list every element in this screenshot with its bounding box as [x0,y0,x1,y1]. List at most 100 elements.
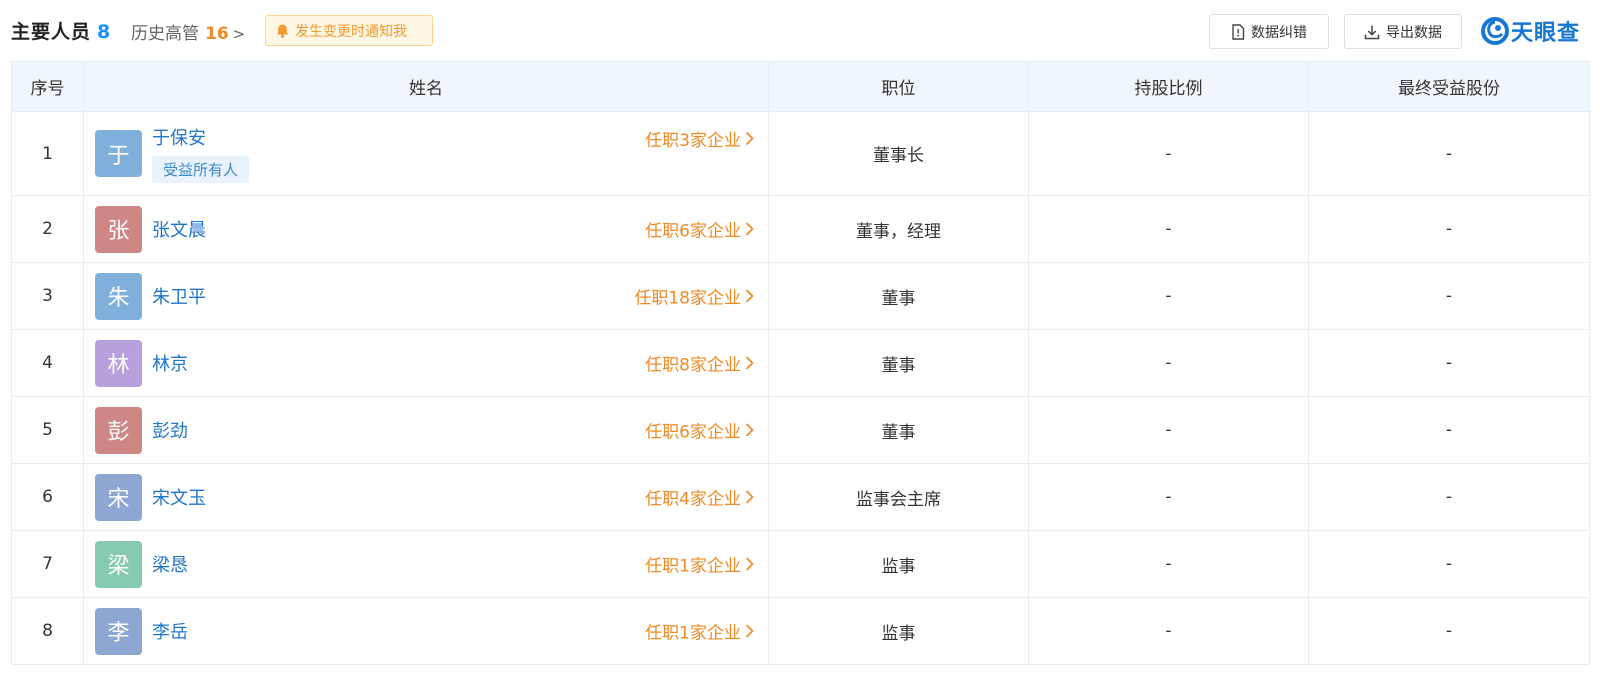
name-cell: 李李岳 任职1家企业 [83,597,769,665]
column-header-index: 序号 [11,61,84,112]
table-header-row: 序号 姓名 职位 持股比例 最终受益股份 [11,61,1590,112]
table-row: 3 朱朱卫平 任职18家企业 董事 - - [11,262,1590,330]
download-icon [1364,25,1380,39]
positions-count-label: 任职3家企业 [645,131,741,151]
positions-count-link[interactable]: 任职4家企业 [645,485,754,510]
positions-count-link[interactable]: 任职8家企业 [645,351,754,376]
person-name-link[interactable]: 林京 [152,350,188,376]
chevron-right-icon [745,624,754,638]
column-header-position: 职位 [768,61,1029,112]
person-name-link[interactable]: 于保安 [152,124,206,150]
shareholding-ratio: - [1028,262,1309,330]
avatar[interactable]: 朱 [95,272,142,320]
name-cell: 林林京 任职8家企业 [83,329,769,397]
positions-count-link[interactable]: 任职6家企业 [645,418,754,443]
person-name-link[interactable]: 彭劲 [152,417,188,443]
chevron-right-icon [745,423,754,437]
row-index: 1 [11,111,84,196]
avatar[interactable]: 于 [95,130,142,177]
name-cell: 梁梁恳 任职1家企业 [83,530,769,598]
personnel-table: 序号 姓名 职位 持股比例 最终受益股份 1 于于保安 受益所有人 任职3家企业 董事长… [11,61,1590,665]
history-executives-count: 16 [205,24,229,44]
shareholding-ratio: - [1028,597,1309,665]
position-title: 董事 [768,396,1029,464]
person-name-link[interactable]: 梁恳 [152,551,188,577]
person-name-link[interactable]: 张文晨 [152,216,206,242]
history-executives-tab[interactable]: 历史高管 16 > [131,19,245,44]
person-name-link[interactable]: 朱卫平 [152,283,206,309]
final-benefit-share: - [1308,329,1590,397]
row-index: 5 [11,396,84,464]
person-name-link[interactable]: 李岳 [152,618,188,644]
logo-text: 天眼查 [1511,21,1581,46]
row-index: 3 [11,262,84,330]
final-benefit-share: - [1308,262,1590,330]
shareholding-ratio: - [1028,111,1309,196]
table-row: 8 李李岳 任职1家企业 监事 - - [11,597,1590,665]
chevron-right-icon [745,289,754,303]
name-cell: 于于保安受益所有人 任职3家企业 [83,111,769,196]
avatar[interactable]: 宋 [95,473,142,521]
person-name-link[interactable]: 宋文玉 [152,484,206,510]
shareholding-ratio: - [1028,195,1309,263]
beneficial-owner-tag: 受益所有人 [152,156,250,183]
main-personnel-tab[interactable]: 主要人员 8 [11,17,111,44]
avatar[interactable]: 张 [95,205,142,253]
position-title: 监事 [768,530,1029,598]
shareholding-ratio: - [1028,530,1309,598]
column-header-name: 姓名 [83,61,769,112]
name-cell: 张张文晨 任职6家企业 [83,195,769,263]
shareholding-ratio: - [1028,463,1309,531]
column-header-shareholding: 持股比例 [1028,61,1309,112]
positions-count-link[interactable]: 任职1家企业 [645,619,754,644]
tianyancha-logo: 天眼查 [1481,14,1580,48]
logo-swirl-icon [1481,17,1509,45]
positions-count-label: 任职6家企业 [645,422,741,443]
export-data-label: 导出数据 [1386,24,1442,41]
row-index: 6 [11,463,84,531]
positions-count-link[interactable]: 任职6家企业 [645,217,754,242]
positions-count-link[interactable]: 任职18家企业 [634,284,754,309]
final-benefit-share: - [1308,530,1590,598]
name-cell: 宋宋文玉 任职4家企业 [83,463,769,531]
history-executives-title: 历史高管 [131,24,199,44]
positions-count-label: 任职1家企业 [645,556,741,577]
chevron-right-icon [745,222,754,236]
column-header-final-benefit: 最终受益股份 [1308,61,1590,112]
chevron-right-icon: > [232,25,246,43]
positions-count-link[interactable]: 任职1家企业 [645,552,754,577]
avatar[interactable]: 梁 [95,540,142,588]
position-title: 监事会主席 [768,463,1029,531]
notify-label: 发生变更时通知我 [295,23,407,40]
final-benefit-share: - [1308,463,1590,531]
shareholding-ratio: - [1028,329,1309,397]
top-bar: 主要人员 8 历史高管 16 > 发生变更时通知我 数据纠错 导出数据 天眼查 [0,0,1600,60]
positions-count-label: 任职4家企业 [645,489,741,510]
row-index: 8 [11,597,84,665]
positions-count-link[interactable]: 任职3家企业 [645,126,754,151]
positions-count-label: 任职8家企业 [645,355,741,376]
avatar[interactable]: 林 [95,339,142,387]
bell-icon [276,24,289,38]
position-title: 董事，经理 [768,195,1029,263]
export-data-button[interactable]: 导出数据 [1344,14,1462,49]
document-icon [1232,23,1245,40]
name-cell: 彭彭劲 任职6家企业 [83,396,769,464]
position-title: 董事 [768,329,1029,397]
data-correction-label: 数据纠错 [1251,24,1307,41]
name-cell: 朱朱卫平 任职18家企业 [83,262,769,330]
chevron-right-icon [745,490,754,504]
table-row: 1 于于保安 受益所有人 任职3家企业 董事长 - - [11,111,1590,196]
avatar[interactable]: 李 [95,607,142,655]
final-benefit-share: - [1308,195,1590,263]
final-benefit-share: - [1308,396,1590,464]
positions-count-label: 任职18家企业 [634,288,741,309]
notify-on-change-button[interactable]: 发生变更时通知我 [265,15,433,46]
avatar[interactable]: 彭 [95,406,142,454]
shareholding-ratio: - [1028,396,1309,464]
row-index: 7 [11,530,84,598]
table-row: 2 张张文晨 任职6家企业 董事，经理 - - [11,195,1590,263]
data-correction-button[interactable]: 数据纠错 [1209,14,1329,49]
chevron-right-icon [745,131,754,146]
final-benefit-share: - [1308,597,1590,665]
